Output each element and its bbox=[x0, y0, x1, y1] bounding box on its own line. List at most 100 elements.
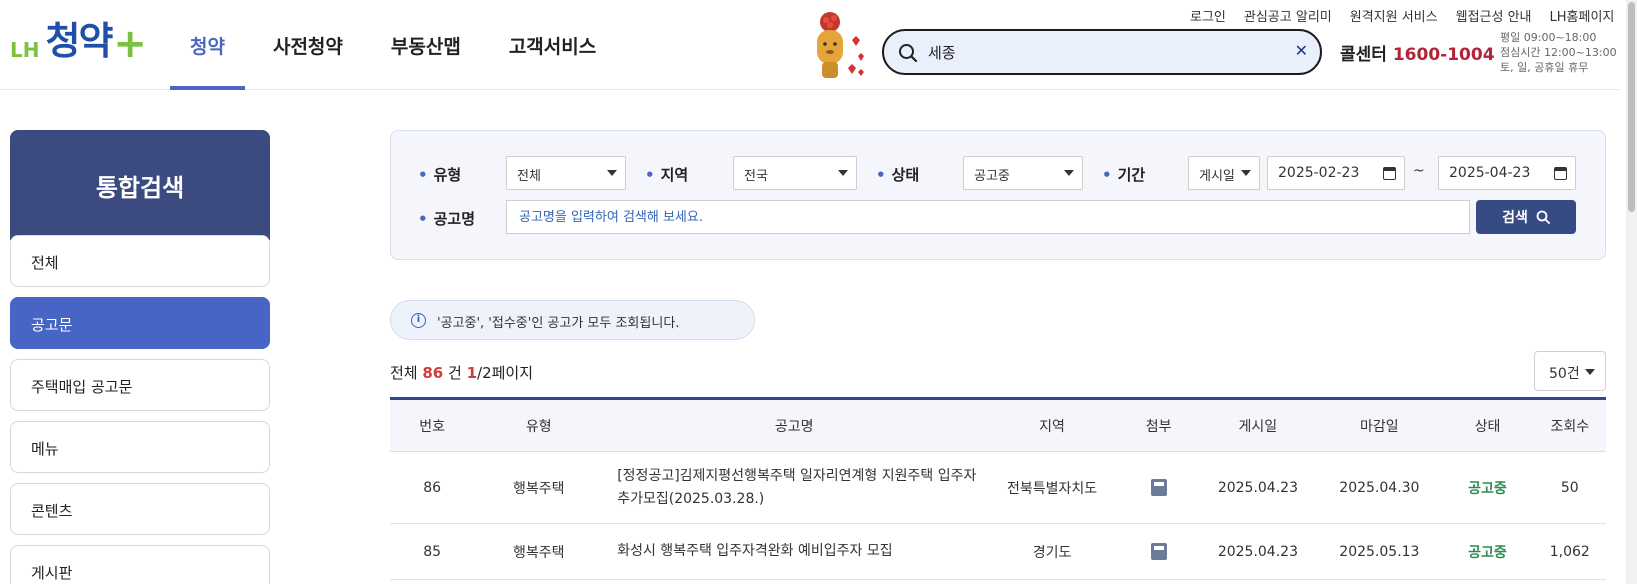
filter-period-basis-select[interactable]: 게시일 bbox=[1188, 156, 1260, 190]
date-to-value: 2025-04-23 bbox=[1449, 165, 1531, 181]
cell-no: 85 bbox=[423, 543, 442, 560]
page-scrollbar[interactable] bbox=[1626, 0, 1637, 584]
date-from-value: 2025-02-23 bbox=[1278, 165, 1360, 181]
filter-region-value: 전국 bbox=[744, 169, 768, 184]
hours-closed: 토, 일, 공휴일 휴무 bbox=[1500, 61, 1589, 74]
col-header-posted: 게시일 bbox=[1238, 418, 1278, 435]
logo-plus: + bbox=[113, 21, 147, 67]
clear-search-icon[interactable]: ✕ bbox=[1295, 41, 1308, 60]
result-summary: 전체 86 건 1/2페이지 bbox=[390, 362, 533, 383]
info-notice: i '공고중', '접수중'인 공고가 모두 조회됩니다. bbox=[390, 300, 755, 340]
nav-item-customer-service[interactable]: 고객서비스 bbox=[489, 0, 616, 90]
sidebar-item-all[interactable]: 전체 bbox=[10, 235, 270, 287]
date-from-field[interactable]: 2025-02-23 bbox=[1267, 156, 1405, 190]
result-prefix: 전체 bbox=[390, 364, 423, 382]
global-search-input[interactable] bbox=[928, 39, 1278, 65]
filter-type-select[interactable]: 전체 bbox=[506, 156, 626, 190]
page: LH 청약 + 청약 사전청약 부동산맵 고객서비스 세종 ✕ 로그인 관심공고… bbox=[0, 0, 1637, 584]
sidebar-item-board[interactable]: 게시판 bbox=[10, 545, 270, 584]
call-center: 콜센터 1600-1004 bbox=[1340, 40, 1495, 65]
col-header-region: 지역 bbox=[1039, 418, 1065, 435]
cell-title-link[interactable]: 화성시 행복주택 입주자격완화 예비입주자 모집 bbox=[603, 524, 985, 579]
results-table: 번호 유형 공고명 지역 첨부 게시일 마감일 상태 조회수 86 행복주택 [… bbox=[390, 397, 1606, 580]
search-button-label: 검색 bbox=[1502, 210, 1528, 226]
cell-deadline: 2025.04.30 bbox=[1339, 479, 1420, 496]
scrollbar-thumb[interactable] bbox=[1628, 2, 1635, 212]
cell-posted: 2025.04.23 bbox=[1217, 543, 1298, 560]
filter-status-select[interactable]: 공고중 bbox=[963, 156, 1083, 190]
col-header-no: 번호 bbox=[419, 418, 446, 435]
util-link-accessibility[interactable]: 웹접근성 안내 bbox=[1456, 6, 1532, 25]
date-to-field[interactable]: 2025-04-23 bbox=[1438, 156, 1576, 190]
cell-views: 50 bbox=[1560, 479, 1579, 496]
info-icon: i bbox=[411, 313, 426, 328]
attachment-icon[interactable] bbox=[1150, 543, 1167, 560]
result-page: 1 bbox=[466, 364, 478, 382]
filter-type-label: 유형 bbox=[418, 164, 462, 185]
attachment-icon[interactable] bbox=[1150, 479, 1167, 496]
nav-item-pre-subscription[interactable]: 사전청약 bbox=[253, 0, 363, 90]
announcement-title-input[interactable] bbox=[506, 200, 1470, 234]
filter-status-label: 상태 bbox=[876, 164, 920, 185]
cell-type: 행복주택 bbox=[512, 480, 565, 497]
logo[interactable]: LH 청약 + bbox=[10, 18, 147, 64]
hours-weekday: 평일 09:00~18:00 bbox=[1500, 31, 1597, 44]
call-center-number: 1600-1004 bbox=[1392, 45, 1495, 65]
col-header-deadline: 마감일 bbox=[1360, 418, 1399, 435]
search-icon bbox=[1536, 210, 1550, 224]
col-header-type: 유형 bbox=[525, 418, 552, 435]
sidebar-item-housing-purchase[interactable]: 주택매입 공고문 bbox=[10, 359, 270, 411]
filter-period-basis-value: 게시일 bbox=[1199, 169, 1235, 184]
sidebar-item-contents[interactable]: 콘텐츠 bbox=[10, 483, 270, 535]
filter-type-value: 전체 bbox=[517, 169, 541, 184]
table-header: 번호 유형 공고명 지역 첨부 게시일 마감일 상태 조회수 bbox=[390, 400, 1606, 452]
result-total: 86 bbox=[422, 364, 444, 382]
col-header-views: 조회수 bbox=[1550, 418, 1590, 435]
chevron-down-icon bbox=[1241, 170, 1251, 176]
operating-hours: 평일 09:00~18:00 점심시간 12:00~13:00 토, 일, 공휴… bbox=[1500, 30, 1617, 75]
utility-links: 로그인 관심공고 알리미 원격지원 서비스 웹접근성 안내 LH홈페이지 bbox=[1190, 6, 1614, 25]
chevron-down-icon bbox=[1585, 369, 1595, 375]
filter-status-value: 공고중 bbox=[974, 169, 1010, 184]
table-row[interactable]: 86 행복주택 [정정공고]김제지평선행복주택 일자리연계형 지원주택 입주자 … bbox=[390, 452, 1606, 524]
logo-brand: LH bbox=[10, 38, 40, 62]
sidebar-item-menu[interactable]: 메뉴 bbox=[10, 421, 270, 473]
cell-type: 행복주택 bbox=[512, 544, 565, 561]
search-button[interactable]: 검색 bbox=[1476, 200, 1576, 234]
nav-item-subscription[interactable]: 청약 bbox=[170, 0, 245, 90]
info-notice-text: '공고중', '접수중'인 공고가 모두 조회됩니다. bbox=[437, 316, 680, 331]
col-header-status: 상태 bbox=[1474, 418, 1501, 435]
table-row[interactable]: 85 행복주택 화성시 행복주택 입주자격완화 예비입주자 모집 경기도 202… bbox=[390, 524, 1606, 580]
logo-name: 청약 bbox=[45, 19, 113, 63]
cell-views: 1,062 bbox=[1549, 543, 1590, 560]
util-link-lh-home[interactable]: LH홈페이지 bbox=[1550, 6, 1615, 25]
cell-no: 86 bbox=[423, 479, 442, 496]
chevron-down-icon bbox=[838, 170, 848, 176]
util-link-login[interactable]: 로그인 bbox=[1190, 6, 1226, 25]
util-link-alert[interactable]: 관심공고 알리미 bbox=[1244, 6, 1332, 25]
filter-period-label: 기간 bbox=[1102, 164, 1146, 185]
chevron-down-icon bbox=[1064, 170, 1074, 176]
per-page-select[interactable]: 50건 bbox=[1534, 351, 1606, 391]
chevron-down-icon bbox=[607, 170, 617, 176]
filter-region-select[interactable]: 전국 bbox=[733, 156, 857, 190]
nav-item-real-estate-map[interactable]: 부동산맵 bbox=[371, 0, 481, 90]
filter-panel bbox=[390, 130, 1606, 260]
sidebar-item-announcements[interactable]: 공고문 bbox=[10, 297, 270, 349]
result-pages: /2페이지 bbox=[477, 364, 534, 382]
global-search-box: ✕ bbox=[882, 29, 1322, 75]
date-range-separator: ~ bbox=[1413, 163, 1425, 179]
cell-region: 전북특별자치도 bbox=[1007, 480, 1098, 497]
site-header: LH 청약 + 청약 사전청약 부동산맵 고객서비스 세종 ✕ 로그인 관심공고… bbox=[0, 0, 1620, 90]
cell-title-link[interactable]: [정정공고]김제지평선행복주택 일자리연계형 지원주택 입주자 추가모집(202… bbox=[603, 452, 985, 523]
col-header-title: 공고명 bbox=[774, 418, 814, 435]
util-link-remote-support[interactable]: 원격지원 서비스 bbox=[1350, 6, 1438, 25]
filter-title-label: 공고명 bbox=[418, 208, 475, 229]
sidebar-title: 통합검색 bbox=[10, 130, 270, 240]
cell-status: 공고중 bbox=[1468, 544, 1507, 561]
call-center-label: 콜센터 bbox=[1340, 45, 1387, 65]
cell-attachment bbox=[1119, 524, 1198, 579]
filter-region-label: 지역 bbox=[645, 164, 689, 185]
cell-attachment bbox=[1119, 452, 1198, 523]
mascot-image bbox=[817, 12, 864, 78]
